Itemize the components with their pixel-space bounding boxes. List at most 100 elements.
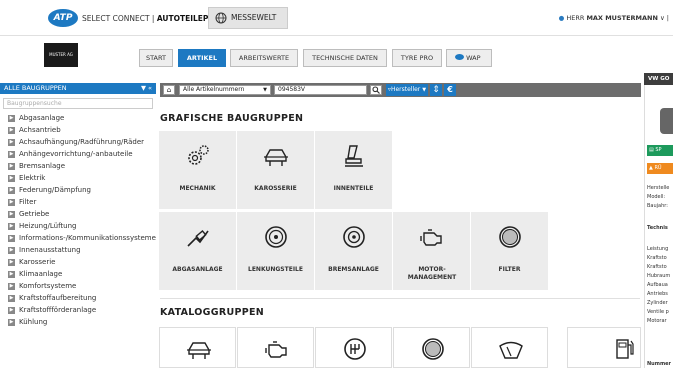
- tile-label: BREMSANLAGE: [328, 266, 379, 273]
- tab-artikel[interactable]: ARTIKEL: [178, 49, 226, 67]
- arrow-right-icon: ▶: [8, 319, 15, 326]
- sidebar-item-informations[interactable]: ▶ Informations-/Kommunikationssysteme: [8, 233, 156, 243]
- windshield-wiper-icon: [499, 341, 523, 359]
- home-icon: ⌂: [166, 86, 172, 94]
- technical-field: Leistung: [647, 246, 669, 252]
- tab-technische-daten[interactable]: TECHNISCHE DATEN: [303, 49, 387, 67]
- vehicle-panel-title: VW GO: [644, 73, 673, 85]
- article-type-value: Alle Artikelnummern: [183, 86, 245, 93]
- warning-icon: ▲: [649, 165, 653, 171]
- sidebar-item-label: Kühlung: [19, 318, 48, 326]
- sidebar-item-label: Karosserie: [19, 258, 56, 266]
- arrow-right-icon: ▶: [8, 175, 15, 182]
- sidebar-item-anhaengevorrichtung[interactable]: ▶ Anhängevorrichtung/-anbauteile: [8, 149, 133, 159]
- arrow-right-icon: ▶: [8, 307, 15, 314]
- vehicle-recall-button[interactable]: ▲ RÜ: [647, 163, 673, 174]
- tile-label: INNENTEILE: [333, 185, 374, 192]
- grafische-baugruppen-title: GRAFISCHE BAUGRUPPEN: [160, 113, 304, 124]
- tile-label: MECHANIK: [179, 185, 216, 192]
- manufacturer-filter-button[interactable]: ▿Hersteller ▼: [386, 84, 428, 96]
- tab-tyre-pro[interactable]: TYRE PRO: [392, 49, 442, 67]
- messewelt-label: MESSEWELT: [231, 13, 277, 22]
- car-body-icon: [264, 149, 288, 166]
- tab-wap-label: WAP: [466, 54, 481, 62]
- globe-icon: [215, 12, 227, 24]
- tile-motor-management[interactable]: MOTOR-MANAGEMENT: [393, 212, 470, 290]
- arrow-right-icon: ▶: [8, 163, 15, 170]
- tab-wap[interactable]: WAP: [446, 49, 492, 67]
- sidebar-item-label: Getriebe: [19, 210, 50, 218]
- home-button[interactable]: ⌂: [163, 85, 175, 95]
- tile-bremsanlage[interactable]: BREMSANLAGE: [315, 212, 392, 290]
- catalog-tile-motor[interactable]: [237, 327, 314, 368]
- tab-start[interactable]: START: [139, 49, 173, 67]
- user-dropdown: ∨ |: [659, 14, 669, 22]
- tile-label: LENKUNGSTEILE: [248, 266, 303, 273]
- sidebar-item-karosserie[interactable]: ▶ Karosserie: [8, 257, 56, 267]
- sidebar-item-label: Elektrik: [19, 174, 46, 182]
- arrow-right-icon: ▶: [8, 223, 15, 230]
- sidebar-item-abgasanlage[interactable]: ▶ Abgasanlage: [8, 113, 64, 123]
- sidebar-item-achsaufhaengung[interactable]: ▶ Achsaufhängung/Radführung/Räder: [8, 137, 144, 147]
- tile-mechanik[interactable]: MECHANIK: [159, 131, 236, 209]
- catalog-tile-filter[interactable]: [393, 327, 470, 368]
- sidebar-item-bremsanlage[interactable]: ▶ Bremsanlage: [8, 161, 65, 171]
- sidebar-item-komfortsysteme[interactable]: ▶ Komfortsysteme: [8, 281, 76, 291]
- sidebar-item-achsantrieb[interactable]: ▶ Achsantrieb: [8, 125, 61, 135]
- sidebar-item-label: Komfortsysteme: [19, 282, 77, 290]
- arrow-right-icon: ▶: [8, 283, 15, 290]
- catalog-tile-karosserie[interactable]: [159, 327, 236, 368]
- technical-field: Hubraum: [647, 273, 671, 279]
- tile-abgasanlage[interactable]: ABGASANLAGE: [159, 212, 236, 290]
- tile-label: MOTOR-MANAGEMENT: [407, 266, 457, 281]
- tile-filter[interactable]: FILTER: [471, 212, 548, 290]
- sidebar-header[interactable]: ALLE BAUGRUPPEN ▼ «: [0, 83, 156, 94]
- technical-field: Zylinder: [647, 300, 668, 306]
- engine-icon: [265, 341, 287, 358]
- search-button[interactable]: [370, 85, 382, 95]
- save-icon: ▤: [649, 147, 654, 153]
- tab-arbeitswerte[interactable]: ARBEITSWERTE: [230, 49, 298, 67]
- sidebar-item-heizung[interactable]: ▶ Heizung/Lüftung: [8, 221, 76, 231]
- tile-lenkungsteile[interactable]: LENKUNGSTEILE: [237, 212, 314, 290]
- vehicle-save-button[interactable]: ▤ SP: [647, 145, 673, 156]
- sidebar-item-label: Innenausstattung: [19, 246, 81, 254]
- technical-field: Kraftsto: [647, 264, 667, 270]
- sidebar-item-klimaanlage[interactable]: ▶ Klimaanlage: [8, 269, 62, 279]
- sidebar-item-filter[interactable]: ▶ Filter: [8, 197, 36, 207]
- vehicle-field: Modell:: [647, 194, 666, 200]
- sidebar-item-label: Achsaufhängung/Radführung/Räder: [19, 138, 145, 146]
- user-menu[interactable]: ● HERR MAX MUSTERMANN ∨ |: [559, 14, 669, 22]
- tile-karosserie[interactable]: KAROSSERIE: [237, 131, 314, 209]
- catalog-tile-getriebe[interactable]: [315, 327, 392, 368]
- sidebar-item-federung[interactable]: ▶ Federung/Dämpfung: [8, 185, 91, 195]
- tile-innenteile[interactable]: INNENTEILE: [315, 131, 392, 209]
- sidebar-item-getriebe[interactable]: ▶ Getriebe: [8, 209, 49, 219]
- article-type-select[interactable]: Alle Artikelnummern ▼: [179, 85, 271, 95]
- catalog-tile-scheibenreinigung[interactable]: [471, 327, 548, 368]
- vehicle-field: Baujahr:: [647, 203, 668, 209]
- technical-heading: Technis: [647, 225, 668, 231]
- sidebar-item-kuehlung[interactable]: ▶ Kühlung: [8, 317, 47, 327]
- compare-icon: ⇕: [432, 85, 440, 95]
- chevron-down-icon: ▼: [422, 87, 427, 93]
- sidebar-search-input[interactable]: Baugruppensuche: [3, 98, 153, 109]
- compare-button[interactable]: ⇕: [430, 84, 442, 96]
- sidebar-item-kraftstofffoerderanlage[interactable]: ▶ Kraftstoffförderanlage: [8, 305, 96, 315]
- atp-logo[interactable]: ATP: [48, 9, 78, 27]
- sidebar-item-elektrik[interactable]: ▶ Elektrik: [8, 173, 45, 183]
- sidebar-item-innenausstattung[interactable]: ▶ Innenausstattung: [8, 245, 81, 255]
- price-button[interactable]: €: [444, 84, 456, 96]
- sidebar-item-kraftstoffaufbereitung[interactable]: ▶ Kraftstoffaufbereitung: [8, 293, 96, 303]
- filter-icon: [422, 338, 444, 360]
- messewelt-button[interactable]: MESSEWELT: [208, 7, 288, 29]
- arrow-right-icon: ▶: [8, 247, 15, 254]
- arrow-right-icon: ▶: [8, 151, 15, 158]
- article-search-input[interactable]: 094583V: [274, 85, 367, 95]
- wap-icon: [455, 54, 464, 60]
- sidebar-collapse-icon[interactable]: ▼ «: [141, 83, 152, 94]
- arrow-right-icon: ▶: [8, 235, 15, 242]
- technical-field: Kraftsto: [647, 255, 667, 261]
- catalog-tile-kraftstoff[interactable]: [567, 327, 641, 368]
- sidebar-item-label: Heizung/Lüftung: [19, 222, 77, 230]
